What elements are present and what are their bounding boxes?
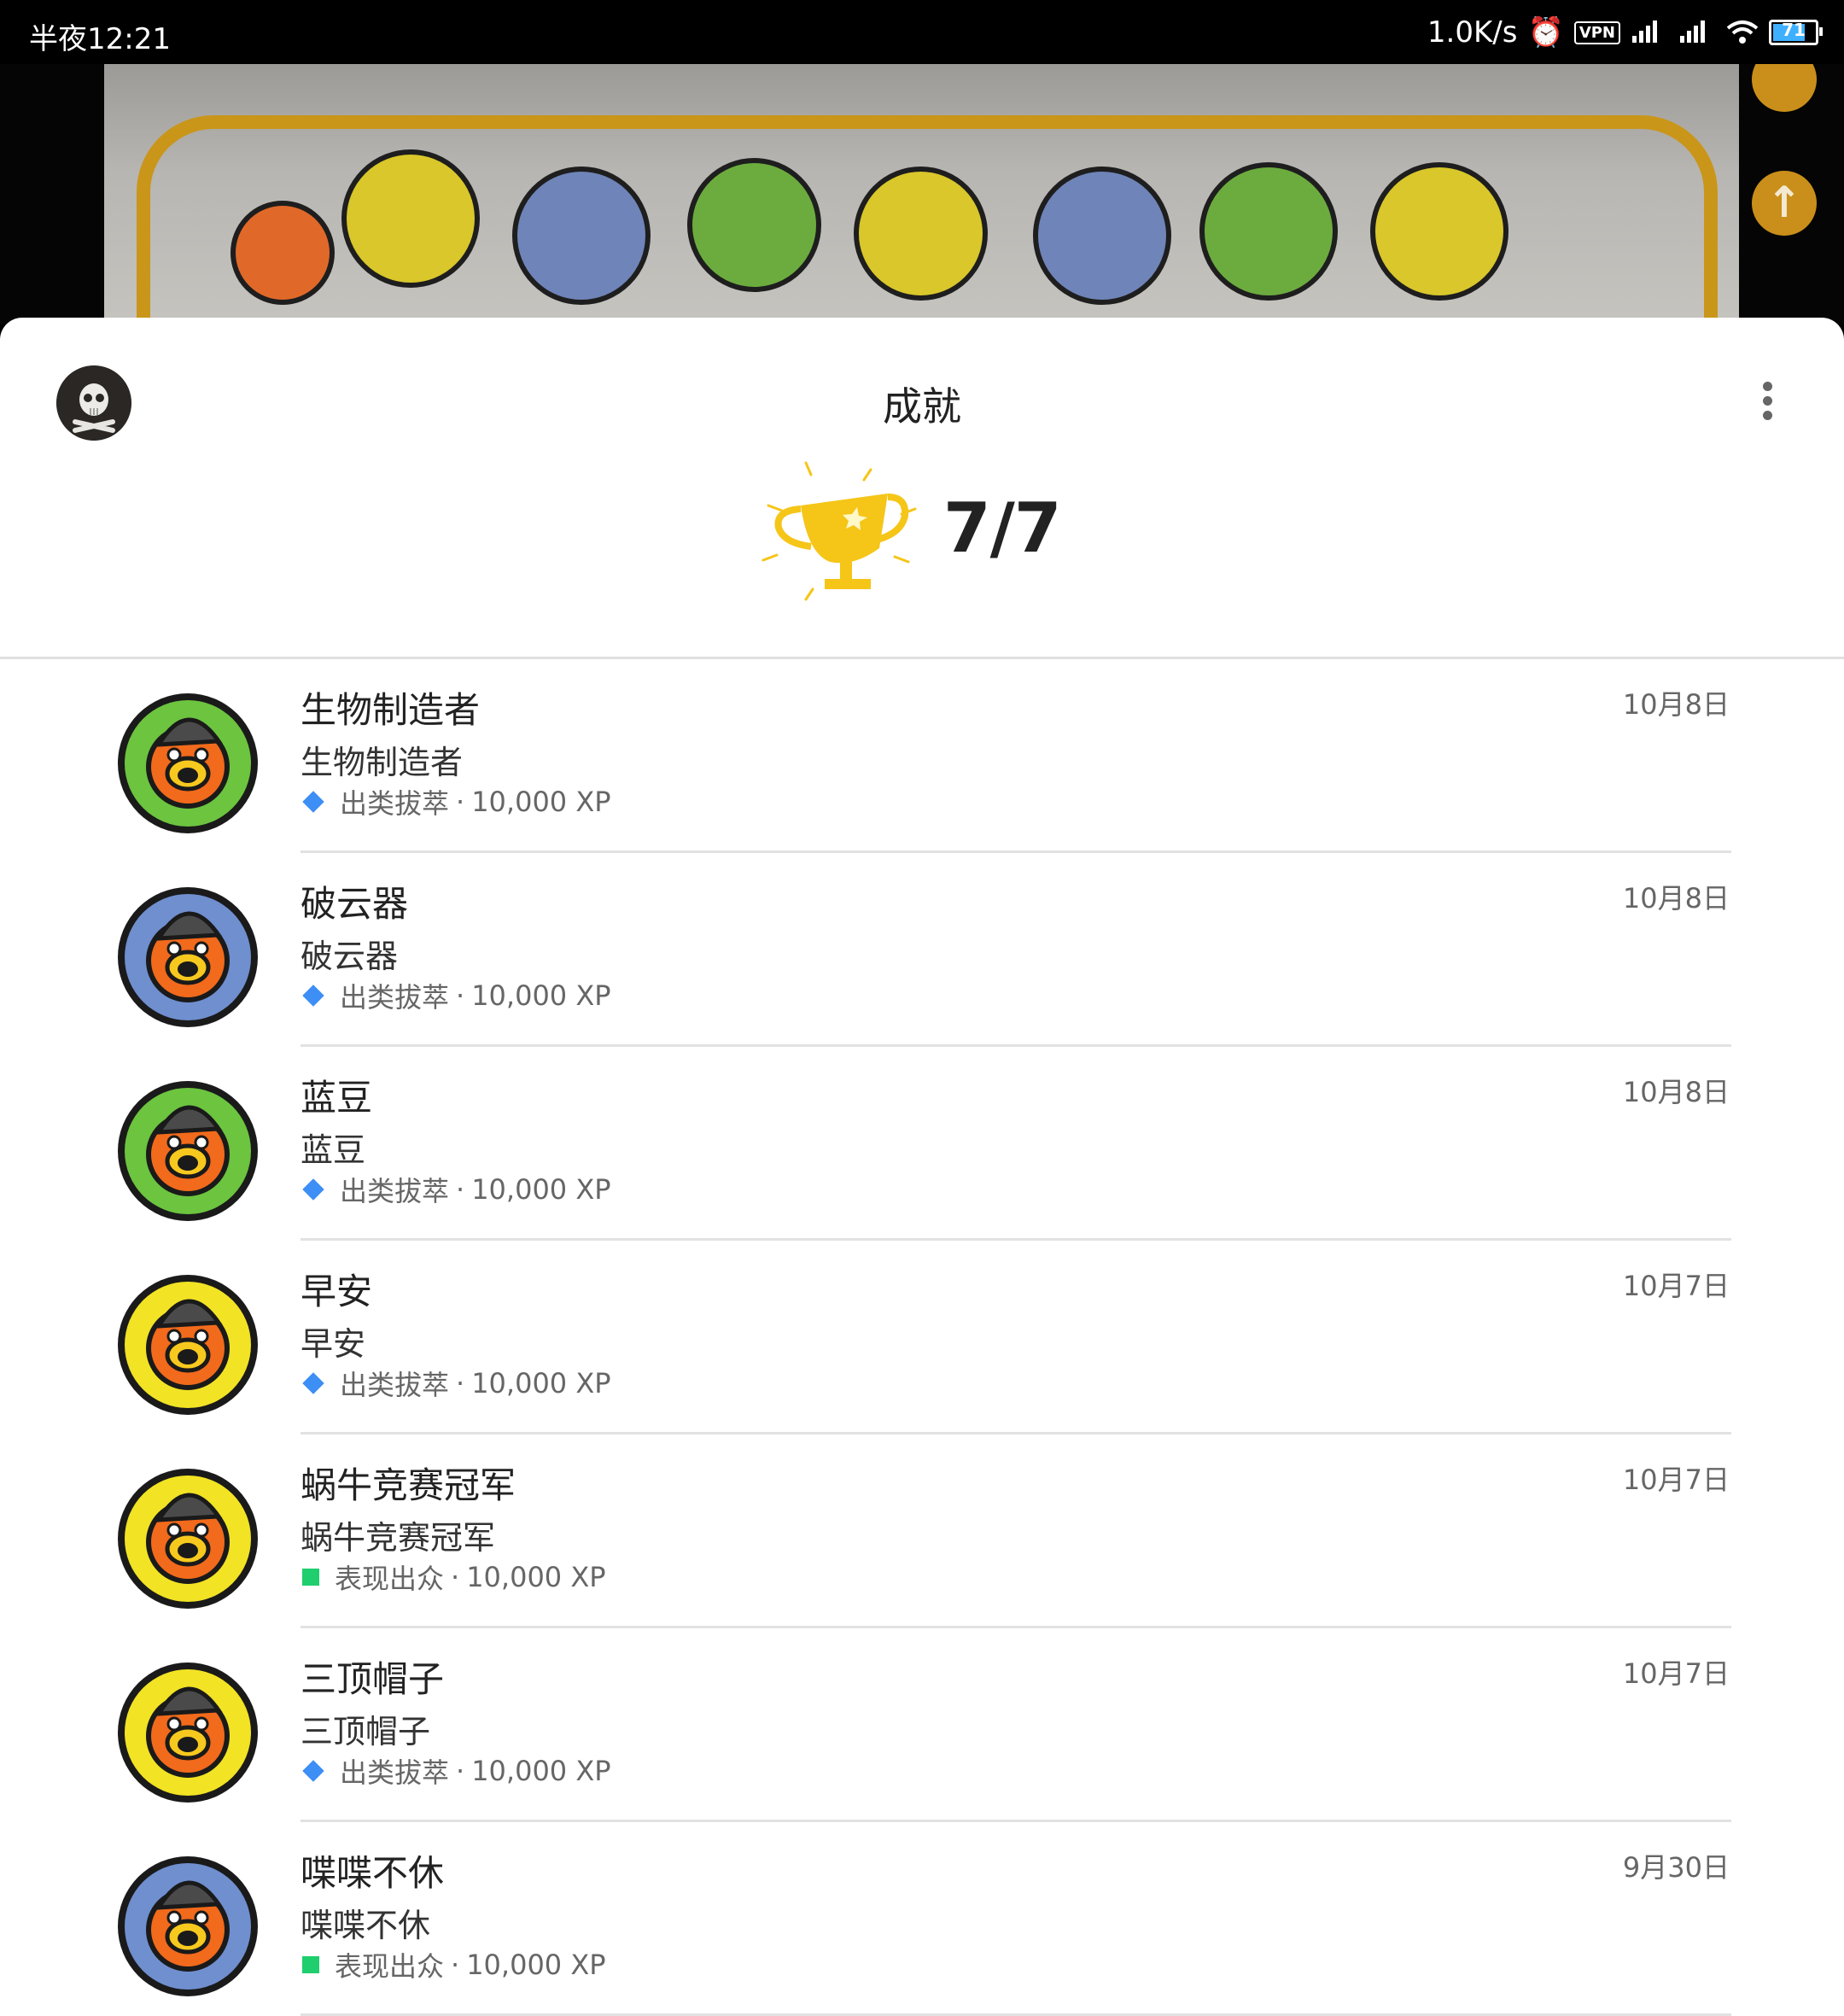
meta-separator: · [456,979,465,1012]
rarity-label: 出类拔萃 [340,1369,450,1401]
rarity-gem-icon [302,1178,324,1201]
rarity-gem-icon [302,1760,324,1782]
achievement-name: 蓝豆 [301,1077,373,1119]
unlock-date: 9月30日 [1622,1851,1730,1884]
achievement-description: 生物制造者 [301,744,464,781]
creature-icon [1033,167,1171,305]
game-button [1752,64,1817,112]
up-arrow-icon: ↑ [1752,171,1817,236]
rarity-label: 表现出众 [335,1950,445,1983]
rarity-gem-icon [302,1372,324,1394]
achievement-meta: 出类拔萃 · 10,000 XP [301,1364,611,1403]
xp-label: 10,000 XP [471,1173,611,1206]
achievements-sheet: 成就 7/7 生物制造者 生物制造者 出类拔萃 · 10,000 XP 10月8日 破云器破… [0,318,1844,2016]
wifi-icon [1726,20,1759,44]
trophy-icon [762,461,917,601]
meta-separator: · [451,1949,460,1981]
status-time: 半夜12:21 [29,22,171,56]
xp-label: 10,000 XP [471,1755,611,1787]
xp-label: 10,000 XP [471,979,611,1012]
achievement-name: 早安 [301,1271,373,1312]
achievement-row[interactable]: 喋喋不休 喋喋不休 表现出众 · 10,000 XP 9月30日 [0,1822,1844,2016]
battery-level: 71 [1782,20,1806,40]
unlock-date: 10月8日 [1622,882,1730,915]
cloud-creature-badge-icon [118,887,258,1027]
status-bar: 半夜12:21 1.0K/s ⏰ VPN 71 [0,0,1844,64]
achievement-name: 三顶帽子 [301,1658,445,1700]
achievement-meta: 表现出众 · 10,000 XP [301,1557,606,1597]
achievement-description: 蓝豆 [301,1131,366,1169]
achievement-meta: 出类拔萃 · 10,000 XP [301,1751,611,1791]
xp-label: 10,000 XP [466,1949,606,1981]
achievement-row[interactable]: 破云器 破云器 出类拔萃 · 10,000 XP 10月8日 [0,853,1844,1047]
meta-separator: · [456,1173,465,1206]
creature-icon [230,201,335,305]
rarity-gem-icon [302,985,324,1007]
rarity-label: 出类拔萃 [340,981,450,1014]
achievement-row[interactable]: 蜗牛竞赛冠军 蜗牛竞赛冠军 表现出众 · 10,000 XP 10月7日 [0,1435,1844,1628]
meta-separator: · [456,786,465,818]
achievement-description: 蜗牛竞赛冠军 [301,1519,496,1557]
rarity-label: 出类拔萃 [340,787,450,820]
achievement-name: 破云器 [301,883,409,925]
achievement-description: 三顶帽子 [301,1713,431,1750]
game-background: ↑ [0,64,1844,324]
hat-creature-badge-icon [118,1662,258,1803]
star-creature-badge-icon [118,693,258,833]
creature-icon [687,158,821,292]
achievement-description: 破云器 [301,938,399,975]
rarity-label: 表现出众 [335,1563,445,1595]
meta-separator: · [451,1561,460,1593]
achievement-row[interactable]: 生物制造者 生物制造者 出类拔萃 · 10,000 XP 10月8日 [0,659,1844,853]
xp-label: 10,000 XP [471,786,611,818]
meta-separator: · [456,1367,465,1400]
achievement-name: 喋喋不休 [301,1852,445,1894]
talk-creature-badge-icon [118,1856,258,1996]
achievement-description: 早安 [301,1325,366,1363]
signal-icon-2 [1680,20,1705,43]
meta-separator: · [456,1755,465,1787]
creature-icon [854,167,988,301]
achievement-name: 生物制造者 [301,689,481,731]
creature-icon [512,167,651,305]
achievement-row[interactable]: 三顶帽子 三顶帽子 出类拔萃 · 10,000 XP 10月7日 [0,1628,1844,1822]
achievement-meta: 出类拔萃 · 10,000 XP [301,1170,611,1209]
alarm-icon: ⏰ [1527,15,1564,50]
box-creature-badge-icon [118,1275,258,1415]
rarity-gem-icon [302,791,324,813]
unlock-date: 10月7日 [1622,1270,1730,1302]
creature-icon [1199,162,1338,301]
rarity-square-icon [302,1569,319,1586]
achievement-name: 蜗牛竞赛冠军 [301,1464,516,1506]
achievement-row[interactable]: 蓝豆 蓝豆 出类拔萃 · 10,000 XP 10月8日 [0,1047,1844,1241]
unlock-date: 10月8日 [1622,1076,1730,1108]
achievement-description: 喋喋不休 [301,1907,431,1944]
achievement-meta: 表现出众 · 10,000 XP [301,1945,606,1984]
bean-creature-badge-icon [118,1081,258,1221]
unlock-date: 10月7日 [1622,1657,1730,1690]
creature-icon [341,149,480,288]
battery-icon: 71 [1769,20,1823,45]
xp-label: 10,000 XP [471,1367,611,1400]
snail-creature-badge-icon [118,1469,258,1609]
more-options-icon[interactable] [1750,377,1784,429]
signal-icon [1632,20,1657,43]
net-speed: 1.0K/s [1427,15,1518,50]
achievement-summary: 7/7 [751,454,1127,608]
achievement-row[interactable]: 早安 早安 出类拔萃 · 10,000 XP 10月7日 [0,1241,1844,1435]
sheet-title: 成就 [883,383,961,429]
unlock-date: 10月7日 [1622,1464,1730,1496]
rarity-square-icon [302,1956,319,1973]
unlock-date: 10月8日 [1622,688,1730,721]
achievement-meta: 出类拔萃 · 10,000 XP [301,976,611,1015]
xp-label: 10,000 XP [466,1561,606,1593]
rarity-label: 出类拔萃 [340,1756,450,1789]
achievement-progress: 7/7 [943,488,1062,568]
vpn-icon: VPN [1573,20,1620,44]
achievement-meta: 出类拔萃 · 10,000 XP [301,782,611,821]
creature-icon [1370,162,1508,301]
status-icons: 1.0K/s ⏰ VPN 71 [1427,12,1823,53]
rarity-label: 出类拔萃 [340,1175,450,1207]
